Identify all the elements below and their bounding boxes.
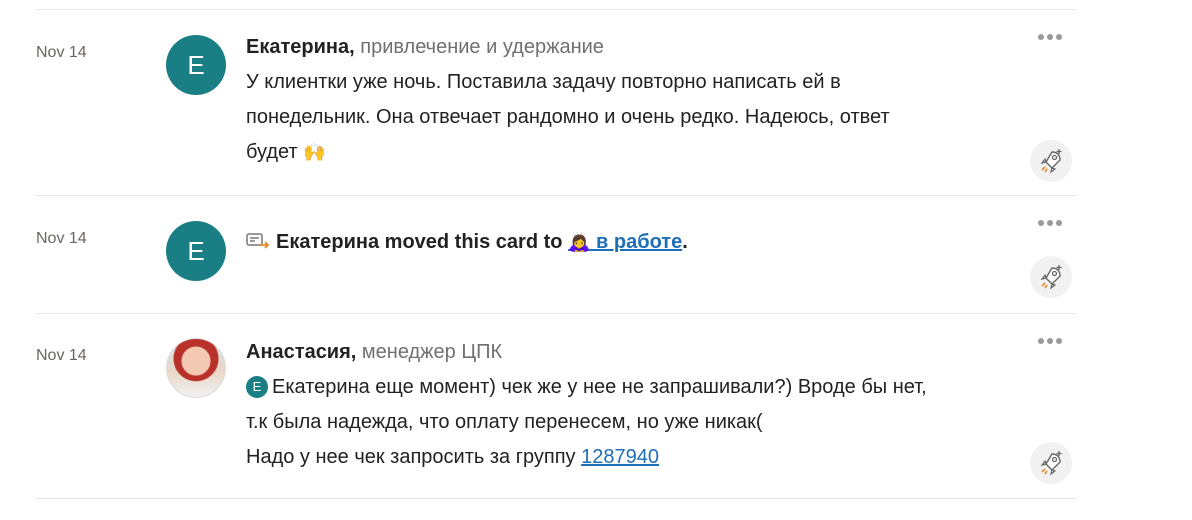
- comment-body: Анастасия, менеджер ЦПК E Екатерина еще м…: [246, 335, 1006, 475]
- avatar[interactable]: E: [166, 221, 226, 281]
- activity-body: Екатерина moved this card to 🙇‍♀️ в рабо…: [246, 225, 1006, 262]
- author-role: менеджер ЦПК: [361, 341, 503, 363]
- comment-body: Екатерина, привлечение и удержание У кли…: [246, 30, 1006, 170]
- list-link-label: в работе: [596, 231, 683, 253]
- raised-hands-emoji: 🙌: [303, 142, 326, 162]
- divider-top: [36, 9, 1076, 10]
- avatar[interactable]: E: [166, 35, 226, 95]
- divider-1: [36, 195, 1076, 196]
- comment-line: У клиентки уже ночь. Поставила задачу по…: [246, 71, 841, 93]
- entry-date: Nov 14: [36, 44, 87, 61]
- mention-avatar[interactable]: E: [246, 375, 268, 398]
- divider-2: [36, 313, 1076, 314]
- rocket-add-reaction-icon[interactable]: [1030, 256, 1072, 298]
- card-move-icon: [246, 227, 270, 262]
- comment-line: Екатерина еще момент) чек же у нее не за…: [272, 376, 927, 398]
- author-role: привлечение и удержание: [360, 36, 604, 58]
- rocket-add-reaction-icon[interactable]: [1030, 442, 1072, 484]
- comment-line: будет: [246, 141, 298, 163]
- entry-date: Nov 14: [36, 347, 87, 364]
- comment-line: понедельник. Она отвечает рандомно и оче…: [246, 106, 890, 128]
- divider-bottom: [36, 498, 1076, 499]
- list-link[interactable]: 🙇‍♀️ в работе: [568, 231, 682, 253]
- comment-line: Надо у нее чек запросить за группу: [246, 446, 576, 468]
- rocket-add-reaction-icon[interactable]: [1030, 140, 1072, 182]
- avatar[interactable]: [166, 338, 226, 398]
- group-link[interactable]: 1287940: [581, 446, 659, 468]
- more-dots-icon[interactable]: [1038, 335, 1062, 347]
- activity-period: .: [682, 231, 688, 253]
- author-name[interactable]: Екатерина,: [246, 36, 355, 58]
- comment-line: т.к была надежда, что оплату перенесем, …: [246, 411, 763, 433]
- activity-text: Екатерина moved this card to: [276, 231, 563, 253]
- author-name[interactable]: Анастасия,: [246, 341, 356, 363]
- more-dots-icon[interactable]: [1038, 31, 1062, 43]
- bowing-woman-emoji: 🙇‍♀️: [568, 232, 591, 252]
- entry-date: Nov 14: [36, 230, 87, 247]
- more-dots-icon[interactable]: [1038, 217, 1062, 229]
